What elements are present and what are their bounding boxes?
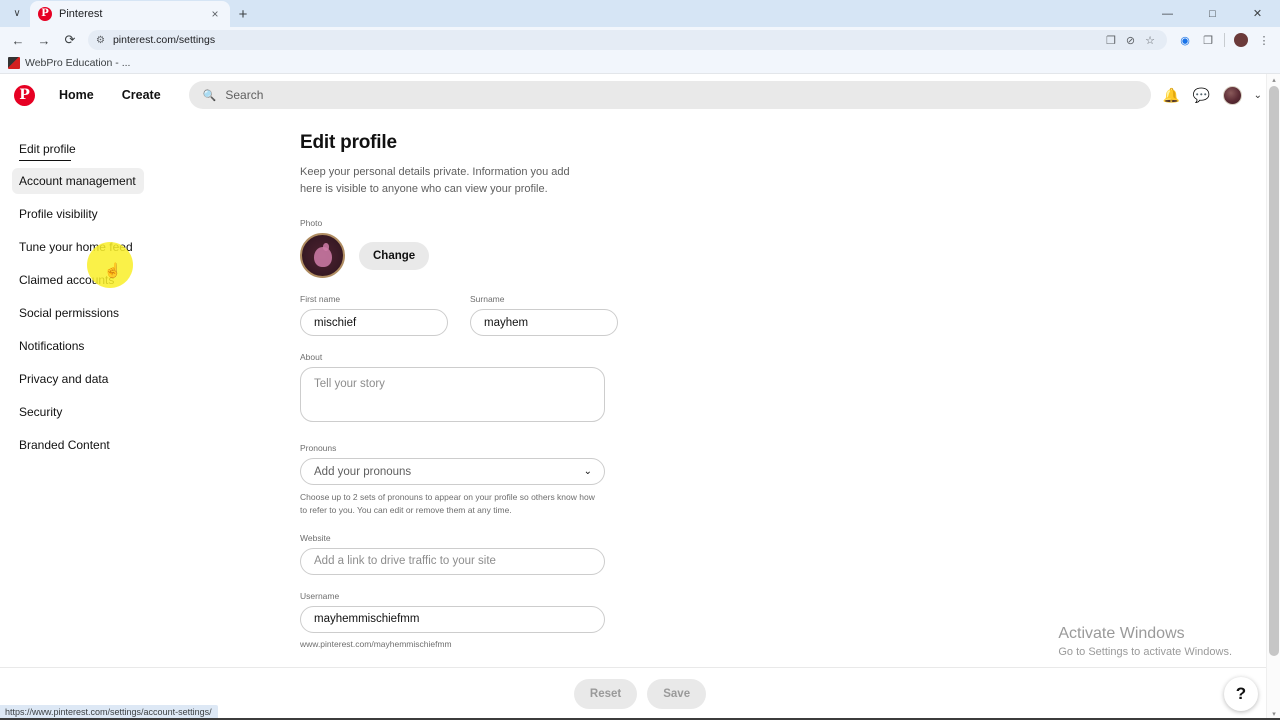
settings-sidebar: Edit profile Account management Profile … [0,128,300,649]
sidebar-item-branded-content[interactable]: Branded Content [19,432,118,458]
reset-button[interactable]: Reset [573,679,638,709]
minimize-icon[interactable]: — [1145,0,1190,27]
settings-content: Edit profile Account management Profile … [0,116,1280,649]
help-button[interactable]: ? [1224,677,1258,711]
forward-icon[interactable]: → [32,29,56,51]
new-tab-button[interactable]: + [230,1,256,27]
browser-tab[interactable]: P Pinterest × [30,1,230,27]
nav-home[interactable]: Home [47,81,106,109]
username-input[interactable] [300,605,605,633]
nav-create[interactable]: Create [110,81,173,109]
watermark-title: Activate Windows [1058,625,1185,642]
website-field-group: Website [300,533,1280,575]
bookmark-item[interactable]: WebPro Education - ... [8,57,130,69]
extension-icon[interactable]: ◉ [1175,30,1195,50]
sidebar-item-social-permissions[interactable]: Social permissions [19,300,127,326]
window-close-icon[interactable]: ✕ [1235,0,1280,27]
first-name-field-group: First name [300,294,448,337]
header-actions: 🔔 💬 ⌄ [1163,85,1266,105]
scrollbar-thumb[interactable] [1269,86,1279,656]
chrome-menu-icon[interactable]: ⋮ [1254,30,1274,50]
username-label: Username [300,590,340,601]
website-label: Website [300,532,331,543]
bookmark-star-icon[interactable]: ☆ [1145,34,1155,47]
surname-input[interactable] [470,309,618,337]
sidebar-item-claimed-accounts[interactable]: Claimed accounts [19,267,122,293]
watermark-subtitle: Go to Settings to activate Windows. [1058,646,1232,658]
change-photo-button[interactable]: Change [359,241,430,270]
pinterest-favicon-icon: P [38,7,52,21]
chevron-down-icon[interactable]: ⌄ [584,466,592,477]
toolbar-divider [1224,33,1225,47]
pronouns-selected-value: Add your pronouns [314,465,412,478]
tab-strip: ∨ P Pinterest × + — □ ✕ [0,0,1280,27]
about-field-group: About [300,352,1280,427]
profile-photo-avatar[interactable] [300,233,345,279]
reload-icon[interactable]: ⟳ [58,29,82,51]
about-textarea[interactable] [300,367,605,423]
pinterest-header: P Home Create 🔍 Search 🔔 💬 ⌄ [0,74,1280,116]
scroll-up-icon[interactable]: ▴ [1267,74,1280,86]
pronouns-helper-text: Choose up to 2 sets of pronouns to appea… [300,492,595,515]
maximize-icon[interactable]: □ [1190,0,1235,27]
side-panel-icon[interactable]: ❐ [1198,30,1218,50]
sidebar-item-edit-profile[interactable]: Edit profile [19,136,84,164]
tune-icon[interactable]: ⚙ [96,35,105,46]
profile-avatar-icon[interactable] [1231,30,1251,50]
address-bar-url: pinterest.com/settings [112,34,216,46]
close-icon[interactable]: × [208,8,222,20]
chat-icon[interactable]: 💬 [1193,87,1211,104]
website-input[interactable] [300,547,605,575]
chevron-down-icon[interactable]: ⌄ [1254,90,1262,101]
save-button[interactable]: Save [647,679,707,709]
bell-icon[interactable]: 🔔 [1163,87,1181,104]
surname-label: Surname [470,294,505,305]
bookmarks-bar: WebPro Education - ... [0,53,1280,74]
pinterest-logo-icon[interactable]: P [14,84,35,106]
surname-field-group: Surname [470,294,618,337]
page-subtitle: Keep your personal details private. Info… [300,166,570,196]
sidebar-item-tune-home-feed[interactable]: Tune your home feed [19,234,141,260]
photo-label: Photo [300,218,323,229]
pronouns-select[interactable]: Add your pronouns [300,458,605,486]
about-label: About [300,352,323,363]
sidebar-item-profile-visibility[interactable]: Profile visibility [19,201,106,227]
search-placeholder: Search [225,88,264,102]
photo-section: Photo Change [300,218,1280,279]
search-input[interactable]: 🔍 Search [188,81,1151,109]
sidebar-item-security[interactable]: Security [19,399,70,425]
address-bar[interactable]: ⚙ pinterest.com/settings ❐ ⊘ ☆ [88,30,1167,50]
first-name-input[interactable] [300,309,448,337]
window-controls: — □ ✕ [1145,0,1280,27]
sidebar-item-account-management[interactable]: Account management [12,168,144,194]
back-icon[interactable]: ← [6,29,30,51]
user-avatar[interactable] [1222,85,1242,105]
browser-window: ∨ P Pinterest × + — □ ✕ ← → ⟳ ⚙ pinteres… [0,0,1280,720]
sidebar-item-privacy-and-data[interactable]: Privacy and data [19,366,116,392]
bookmark-label: WebPro Education - ... [25,57,131,69]
tracking-blocked-icon[interactable]: ⊘ [1126,34,1135,47]
windows-activation-watermark: Activate Windows Go to Settings to activ… [1058,625,1232,658]
toolbar-right-actions: ◉ ❐ ⋮ [1173,30,1274,50]
tab-search-chevron-icon[interactable]: ∨ [4,0,30,27]
search-icon: 🔍 [202,89,217,102]
first-name-label: First name [300,294,341,305]
edit-profile-form: Edit profile Keep your personal details … [300,128,1280,649]
tab-title: Pinterest [59,8,103,20]
name-fields-row: First name Surname [300,294,1280,337]
pronouns-label: Pronouns [300,443,337,454]
pronouns-field-group: Pronouns Add your pronouns ⌄ Choose up t… [300,443,1280,517]
page-viewport: P Home Create 🔍 Search 🔔 💬 ⌄ Edit profil… [0,74,1280,720]
browser-toolbar: ← → ⟳ ⚙ pinterest.com/settings ❐ ⊘ ☆ ◉ ❐… [0,27,1280,53]
cast-icon[interactable]: ❐ [1106,34,1116,47]
page-scrollbar[interactable]: ▴ ▾ [1266,74,1280,720]
bookmark-favicon-icon [8,57,20,69]
omnibox-actions: ❐ ⊘ ☆ [1106,34,1155,47]
sidebar-item-notifications[interactable]: Notifications [19,333,92,359]
page-title: Edit profile [300,132,397,153]
